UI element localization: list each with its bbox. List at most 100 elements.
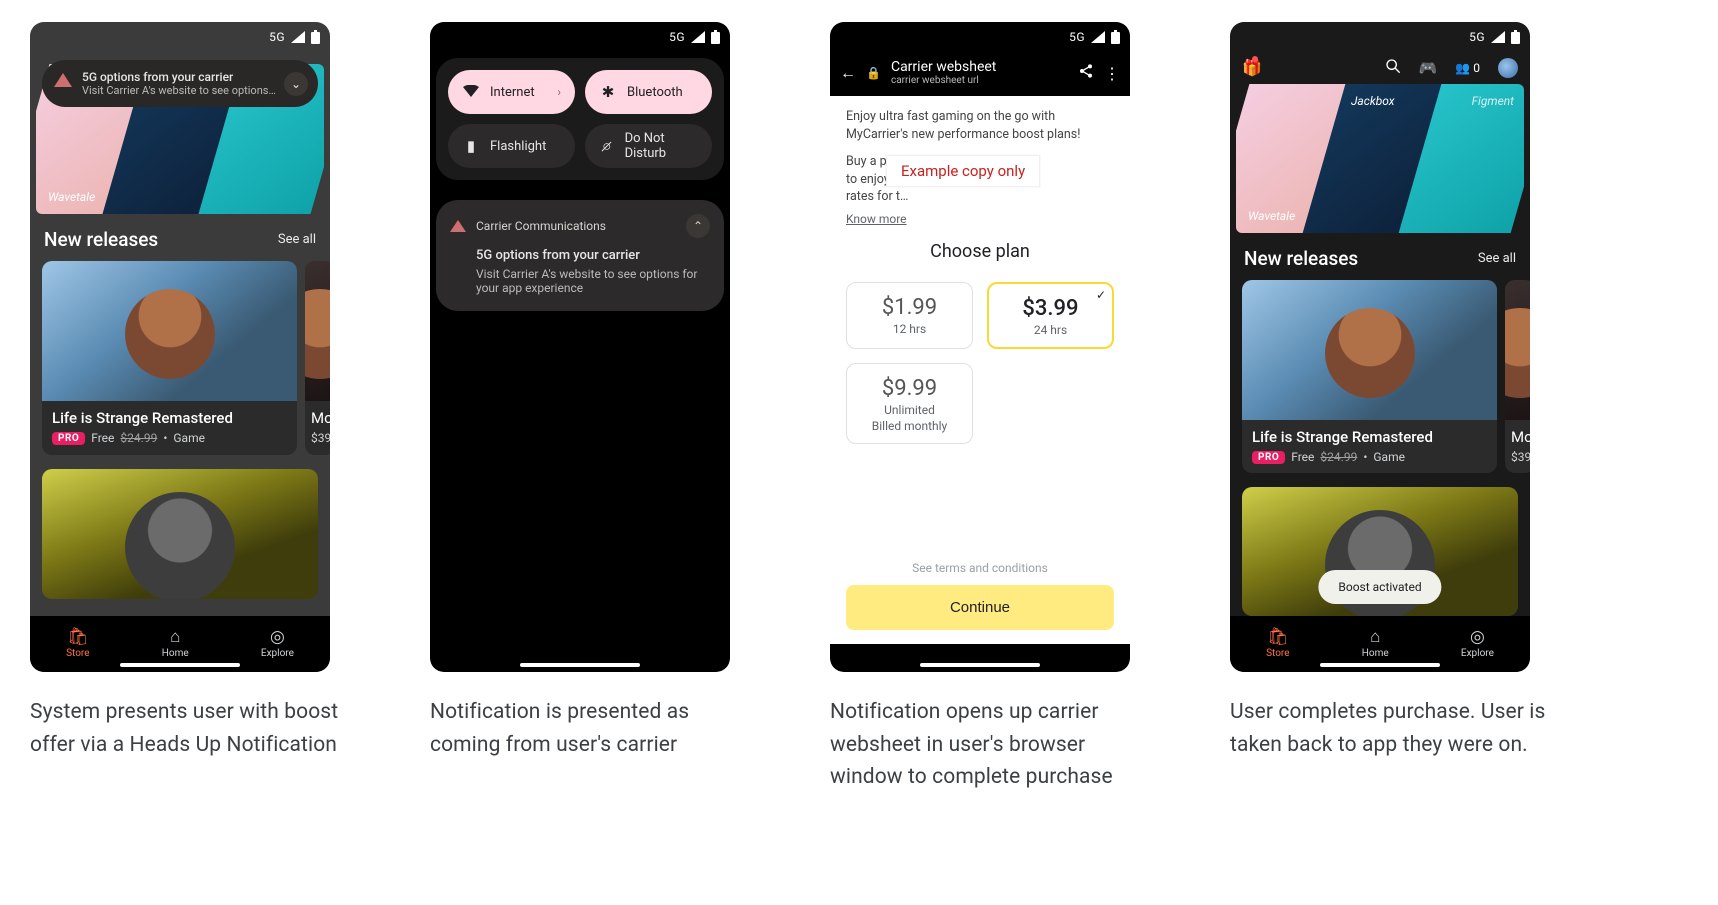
game-price-stub: $39.99 <box>1505 450 1530 464</box>
battery-icon <box>1111 30 1120 44</box>
plan-desc2: Billed monthly <box>855 419 964 433</box>
chevron-right-icon: › <box>557 85 561 99</box>
avatar[interactable] <box>1498 58 1518 78</box>
bluetooth-icon: ✱ <box>599 83 617 101</box>
headsup-notification[interactable]: 5G options from your carrier Visit Carri… <box>42 60 318 107</box>
nav-explore[interactable]: ◎ Explore <box>261 629 294 659</box>
people-count[interactable]: 👥 0 <box>1455 61 1480 75</box>
gift-icon[interactable]: 🎁 <box>1242 58 1262 77</box>
plan-option-selected[interactable]: ✓ $3.99 24 hrs <box>987 282 1114 349</box>
featured-carousel[interactable]: Wavetale Jackbox Figment <box>1236 84 1524 233</box>
game-card[interactable]: Life is Strange Remastered PRO Free $24.… <box>1242 280 1497 473</box>
notification-dot <box>1252 56 1258 62</box>
game-art <box>42 261 297 401</box>
qs-internet[interactable]: Internet › <box>448 70 575 114</box>
game-card[interactable]: Life is Strange Remastered PRO Free $24.… <box>42 261 297 455</box>
game-art <box>1505 280 1530 420</box>
status-bar: 5G <box>430 22 730 52</box>
terms-link[interactable]: See terms and conditions <box>846 561 1114 575</box>
more-icon[interactable]: ⋮ <box>1104 64 1120 83</box>
page-title: Carrier websheet <box>891 60 996 75</box>
notification-subtitle: Visit Carrier A's website to see options… <box>82 84 276 97</box>
header-icons: 🎁 🎮 👥 0 <box>1230 52 1530 84</box>
game-card-partial[interactable]: Moto $39.99 <box>305 261 330 455</box>
notification-title: 5G options from your carrier <box>82 70 276 84</box>
continue-button[interactable]: Continue <box>846 585 1114 630</box>
explore-icon: ◎ <box>1470 629 1485 646</box>
lock-icon: 🔒 <box>866 66 881 80</box>
plan-option[interactable]: $9.99 Unlimited Billed monthly <box>846 363 973 444</box>
wifi-icon <box>462 83 480 101</box>
controller-icon[interactable]: 🎮 <box>1419 59 1438 77</box>
carrier-triangle-icon <box>54 73 72 87</box>
promo-label-1: Wavetale <box>1248 209 1295 223</box>
phone-screen-1: 5G 5G options from your carrier Visit Ca… <box>30 22 330 672</box>
game-price-stub: $39.99 <box>305 431 330 445</box>
plan-option[interactable]: $1.99 12 hrs <box>846 282 973 349</box>
expand-chevron-icon[interactable]: ⌄ <box>284 72 308 96</box>
battery-icon <box>1511 30 1520 44</box>
gesture-bar <box>520 663 640 667</box>
network-label: 5G <box>669 30 685 44</box>
collapse-chevron-icon[interactable]: ⌃ <box>686 214 710 238</box>
back-arrow-icon[interactable]: ← <box>840 63 856 83</box>
toast: Boost activated <box>1318 570 1441 604</box>
quick-settings: Internet › ✱ Bluetooth ▮ Flashlight ○ Do… <box>436 58 724 180</box>
category: Game <box>1373 450 1405 464</box>
price-strike: $24.99 <box>120 431 157 445</box>
qs-dnd[interactable]: ○ Do Not Disturb <box>585 124 712 168</box>
section-title: New releases <box>44 228 158 251</box>
nav-explore[interactable]: ◎ Explore <box>1461 629 1494 659</box>
promo-label-1: Wavetale <box>48 190 95 204</box>
dnd-icon: ○ <box>599 137 615 155</box>
plan-price: $9.99 <box>855 376 964 401</box>
store-app: 5G 5G options from your carrier Visit Ca… <box>30 22 330 672</box>
choose-plan-heading: Choose plan <box>846 241 1114 262</box>
caption-4: User completes purchase. User is taken b… <box>1230 696 1560 761</box>
plan-desc: Unlimited <box>855 403 964 417</box>
plan-price: $1.99 <box>855 295 964 320</box>
game-title: Life is Strange Remastered <box>1242 420 1497 450</box>
qs-bluetooth[interactable]: ✱ Bluetooth <box>585 70 712 114</box>
signal-icon <box>291 31 305 43</box>
price-free: Free <box>91 431 114 445</box>
flashlight-icon: ▮ <box>462 137 480 155</box>
promo-label-2: Jackbox <box>1351 94 1395 223</box>
nav-store[interactable]: 🛍 Store <box>1266 629 1289 659</box>
notif-title: 5G options from your carrier <box>476 248 710 263</box>
search-icon[interactable] <box>1385 58 1401 78</box>
phone-screen-2: 5G Internet › <box>430 22 730 672</box>
nav-home[interactable]: ⌂ Home <box>1362 629 1389 659</box>
battery-icon <box>711 30 720 44</box>
example-copy-overlay: Example copy only <box>886 155 1040 187</box>
home-icon: ⌂ <box>170 629 180 646</box>
game-title: Life is Strange Remastered <box>42 401 297 431</box>
status-bar: 5G <box>30 22 330 52</box>
phone-screen-3: 5G ← 🔒 Carrier websheet carrie <box>830 22 1130 672</box>
see-all-link[interactable]: See all <box>278 232 316 247</box>
game-art <box>1242 280 1497 420</box>
bottom-navigation: 🛍 Store ⌂ Home ◎ Explore <box>1230 616 1530 672</box>
nav-home[interactable]: ⌂ Home <box>162 629 189 659</box>
featured-card[interactable] <box>42 469 318 599</box>
game-card-partial[interactable]: Moto $39.99 <box>1505 280 1530 473</box>
carrier-notification[interactable]: Carrier Communications ⌃ 5G options from… <box>436 200 724 311</box>
game-title-stub: Moto <box>305 401 330 431</box>
carrier-triangle-icon <box>450 220 466 232</box>
store-icon: 🛍 <box>1267 629 1289 646</box>
signal-icon <box>691 31 705 43</box>
price-strike: $24.99 <box>1320 450 1357 464</box>
store-app: 5G 🎁 🎮 👥 0 <box>1230 22 1530 672</box>
caption-2: Notification is presented as coming from… <box>430 696 760 761</box>
see-all-link[interactable]: See all <box>1478 251 1516 266</box>
section-title: New releases <box>1244 247 1358 270</box>
gesture-bar <box>920 663 1040 667</box>
share-icon[interactable] <box>1078 63 1094 83</box>
qs-flashlight[interactable]: ▮ Flashlight <box>448 124 575 168</box>
plan-grid: $1.99 12 hrs ✓ $3.99 24 hrs $9.99 Unlimi… <box>830 282 1130 444</box>
nav-store[interactable]: 🛍 Store <box>66 629 89 659</box>
plan-desc: 12 hrs <box>855 322 964 336</box>
notif-body: Visit Carrier A's website to see options… <box>476 267 706 295</box>
pro-badge: PRO <box>1252 451 1285 464</box>
know-more-link[interactable]: Know more <box>846 212 907 226</box>
